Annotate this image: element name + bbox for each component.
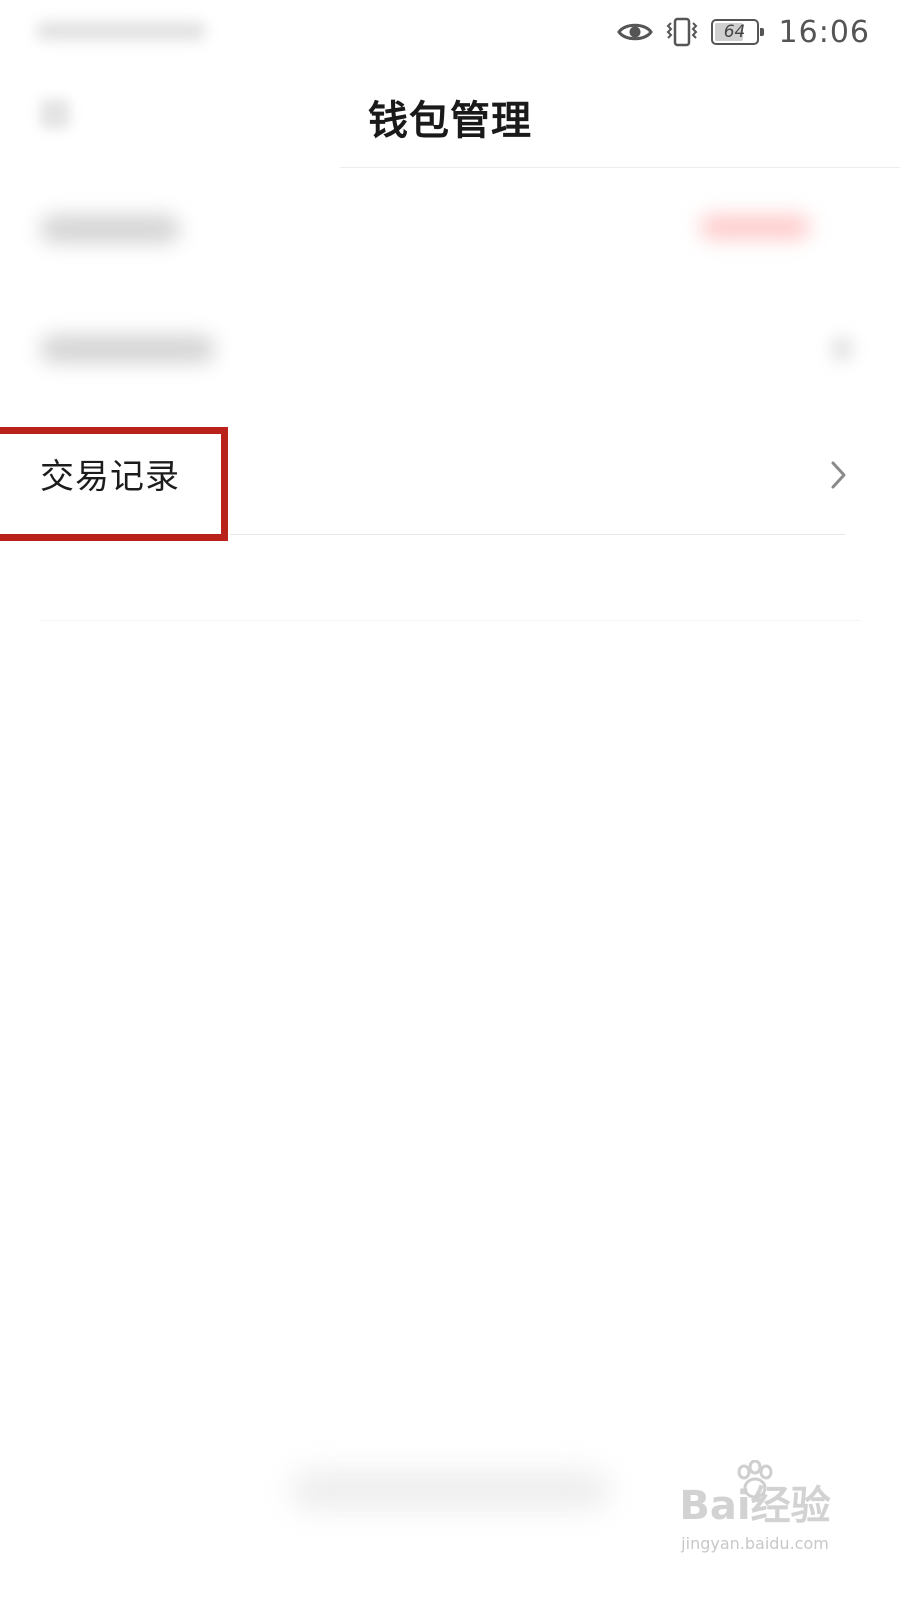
page-header: 钱包管理 xyxy=(0,64,900,169)
status-bar: 64 16:06 xyxy=(0,0,900,64)
list-item-transaction-records[interactable]: 交易记录 xyxy=(0,427,900,541)
list-item-blurred-2[interactable] xyxy=(0,295,900,405)
battery-icon: 64 xyxy=(710,19,764,45)
bottom-blurred-element xyxy=(290,1470,610,1510)
status-left-blurred xyxy=(36,22,206,40)
eye-icon xyxy=(616,20,653,44)
faint-divider xyxy=(40,620,860,621)
battery-level: 64 xyxy=(723,22,746,42)
row-divider xyxy=(230,534,845,535)
vibrate-icon xyxy=(665,17,699,47)
header-divider xyxy=(340,167,900,168)
chevron-right-icon xyxy=(831,461,846,489)
page-title: 钱包管理 xyxy=(368,98,532,144)
paw-icon xyxy=(737,1460,773,1499)
watermark-url: jingyan.baidu.com xyxy=(681,1534,829,1553)
list-item-blurred-1[interactable] xyxy=(0,175,900,285)
highlight-box xyxy=(0,427,228,541)
watermark: Bai经验 jingyan.baidu.com xyxy=(670,1460,840,1570)
status-time: 16:06 xyxy=(778,14,870,50)
blurred-chevron xyxy=(832,337,852,361)
blurred-label xyxy=(40,335,215,363)
status-indicators: 64 16:06 xyxy=(616,12,870,52)
blurred-badge xyxy=(700,215,810,239)
blurred-label xyxy=(40,215,180,243)
